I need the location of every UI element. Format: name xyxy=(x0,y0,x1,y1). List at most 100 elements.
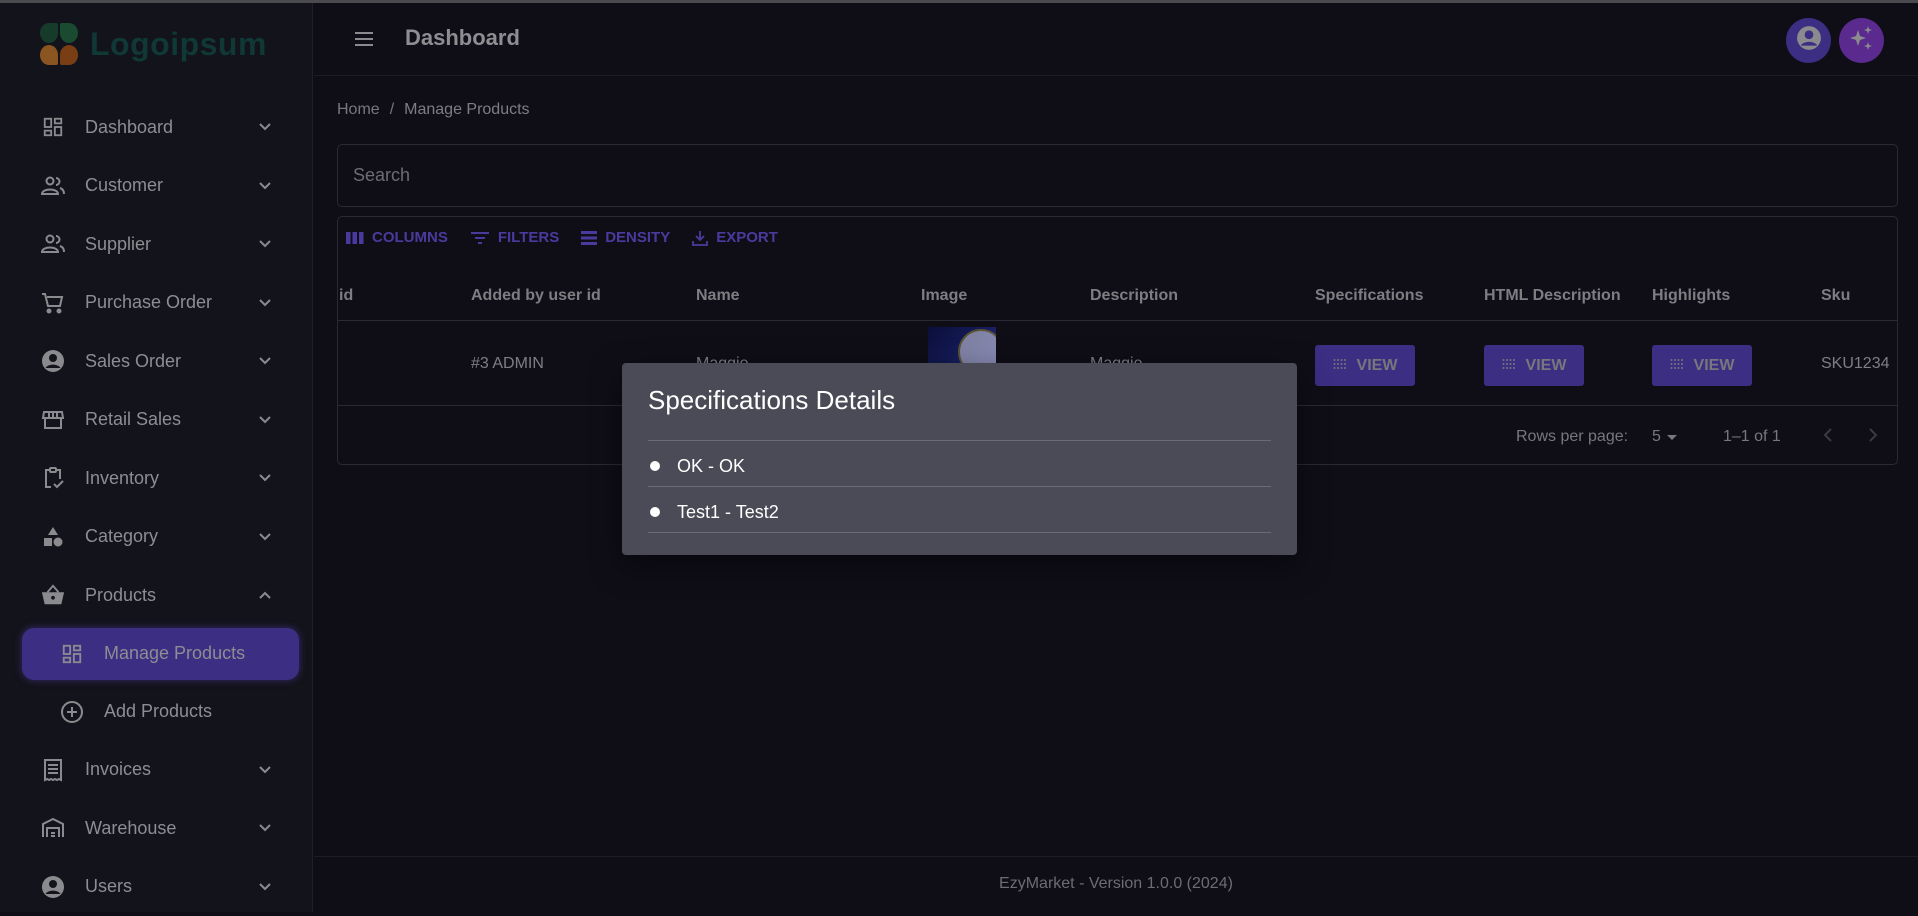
menu-icon[interactable] xyxy=(352,27,376,51)
columns-label: COLUMNS xyxy=(372,229,448,246)
profile-button[interactable] xyxy=(1786,18,1831,63)
columns-icon xyxy=(346,231,364,245)
density-button[interactable]: DENSITY xyxy=(581,229,670,246)
sidebar-item-invoices[interactable]: Invoices xyxy=(0,741,313,800)
caret-down-icon xyxy=(1667,428,1677,446)
logo[interactable]: Logoipsum xyxy=(38,21,267,67)
chevron-down-icon xyxy=(253,882,277,892)
chevron-down-icon xyxy=(253,239,277,249)
chevron-down-icon xyxy=(253,122,277,132)
column-header-description[interactable]: Description xyxy=(1090,287,1178,305)
footer: EzyMarket - Version 1.0.0 (2024) xyxy=(314,856,1918,912)
view-label: VIEW xyxy=(1357,357,1398,375)
view-highlights-button[interactable]: VIEW xyxy=(1652,345,1752,386)
grid-column-headers: id Added by user id Name Image Descripti… xyxy=(338,277,1897,321)
sidebar-item-sales-order[interactable]: Sales Order xyxy=(0,332,313,391)
column-header-added-by[interactable]: Added by user id xyxy=(471,287,601,305)
sidebar-subitem-label: Add Products xyxy=(104,701,212,722)
breadcrumb: Home / Manage Products xyxy=(337,101,530,119)
sidebar-subitem-manage-products[interactable]: Manage Products xyxy=(0,625,313,683)
grid-dots-icon xyxy=(1502,357,1516,375)
column-header-html-description[interactable]: HTML Description xyxy=(1484,287,1621,305)
dialog-title: Specifications Details xyxy=(648,385,895,416)
cell-added-by: #3 ADMIN xyxy=(471,355,544,373)
sidebar-item-label: Customer xyxy=(85,175,253,196)
view-specifications-button[interactable]: VIEW xyxy=(1315,345,1415,386)
density-icon xyxy=(581,231,597,245)
next-page-button[interactable] xyxy=(1868,426,1878,449)
cart-icon xyxy=(41,291,65,315)
column-header-id[interactable]: id xyxy=(339,287,353,305)
sidebar-item-category[interactable]: Category xyxy=(0,508,313,567)
search-input[interactable] xyxy=(338,145,1897,206)
shapes-icon xyxy=(41,525,65,549)
breadcrumb-home[interactable]: Home xyxy=(337,101,380,119)
filters-button[interactable]: FILTERS xyxy=(470,229,559,246)
rows-per-page-select[interactable]: 5 xyxy=(1652,428,1677,446)
bullet-icon xyxy=(650,461,660,471)
product-thumbnail[interactable] xyxy=(928,327,996,367)
sidebar-item-warehouse[interactable]: Warehouse xyxy=(0,799,313,858)
sidebar-item-dashboard[interactable]: Dashboard xyxy=(0,98,313,157)
account-circle-icon xyxy=(41,349,65,373)
sidebar-nav: Dashboard Customer Supplier Purchase Ord… xyxy=(0,98,313,916)
pagination-range: 1–1 of 1 xyxy=(1723,428,1781,446)
logo-text: Logoipsum xyxy=(90,26,267,63)
view-label: VIEW xyxy=(1694,357,1735,375)
column-header-image[interactable]: Image xyxy=(921,287,967,305)
warehouse-icon xyxy=(41,816,65,840)
sidebar-subitem-add-products[interactable]: Add Products xyxy=(0,683,313,741)
account-circle-icon xyxy=(1796,25,1822,56)
sidebar-item-purchase-order[interactable]: Purchase Order xyxy=(0,274,313,333)
view-html-description-button[interactable]: VIEW xyxy=(1484,345,1584,386)
sidebar-item-label: Purchase Order xyxy=(85,292,253,313)
view-label: VIEW xyxy=(1526,357,1567,375)
rows-per-page-label: Rows per page: xyxy=(1516,428,1628,446)
grid-toolbar: COLUMNS FILTERS DENSITY EXPORT xyxy=(346,229,778,246)
rows-per-page-value: 5 xyxy=(1652,428,1661,446)
sidebar-subitem-label: Manage Products xyxy=(104,643,245,664)
sidebar-item-products[interactable]: Products xyxy=(0,566,313,625)
app-header: Dashboard xyxy=(314,3,1918,76)
sidebar-item-supplier[interactable]: Supplier xyxy=(0,215,313,274)
sidebar-item-label: Invoices xyxy=(85,759,253,780)
chevron-down-icon xyxy=(253,532,277,542)
sidebar-item-inventory[interactable]: Inventory xyxy=(0,449,313,508)
sidebar-item-retail-sales[interactable]: Retail Sales xyxy=(0,391,313,450)
chevron-down-icon xyxy=(253,823,277,833)
basket-icon xyxy=(41,583,65,607)
chevron-down-icon xyxy=(253,298,277,308)
filters-label: FILTERS xyxy=(498,229,559,246)
people-icon xyxy=(41,174,65,198)
receipt-icon xyxy=(41,758,65,782)
export-button[interactable]: EXPORT xyxy=(692,229,778,246)
export-label: EXPORT xyxy=(716,229,778,246)
dialog-divider xyxy=(648,440,1271,441)
ai-assistant-button[interactable] xyxy=(1839,18,1884,63)
filter-icon xyxy=(470,231,490,245)
thumbnail-art xyxy=(958,329,996,367)
sidebar-item-label: Products xyxy=(85,585,253,606)
previous-page-button[interactable] xyxy=(1823,426,1833,449)
dialog-divider xyxy=(648,486,1271,487)
sidebar-item-label: Warehouse xyxy=(85,818,253,839)
chevron-down-icon xyxy=(253,765,277,775)
spec-text: Test1 - Test2 xyxy=(677,502,779,523)
add-circle-icon xyxy=(60,700,84,724)
columns-button[interactable]: COLUMNS xyxy=(346,229,448,246)
cell-sku: SKU1234 xyxy=(1821,355,1890,373)
column-header-name[interactable]: Name xyxy=(696,287,740,305)
sidebar-item-label: Sales Order xyxy=(85,351,253,372)
sidebar-item-customer[interactable]: Customer xyxy=(0,157,313,216)
spec-list-item: OK - OK xyxy=(648,443,1271,489)
sidebar-item-label: Retail Sales xyxy=(85,409,253,430)
breadcrumb-current: Manage Products xyxy=(404,101,529,119)
column-header-specifications[interactable]: Specifications xyxy=(1315,287,1423,305)
sidebar-item-label: Category xyxy=(85,526,253,547)
breadcrumb-separator: / xyxy=(390,101,394,119)
sidebar-item-users[interactable]: Users xyxy=(0,858,313,916)
dashboard-icon xyxy=(60,642,84,666)
column-header-highlights[interactable]: Highlights xyxy=(1652,287,1730,305)
column-header-sku[interactable]: Sku xyxy=(1821,287,1850,305)
sidebar-item-label: Supplier xyxy=(85,234,253,255)
